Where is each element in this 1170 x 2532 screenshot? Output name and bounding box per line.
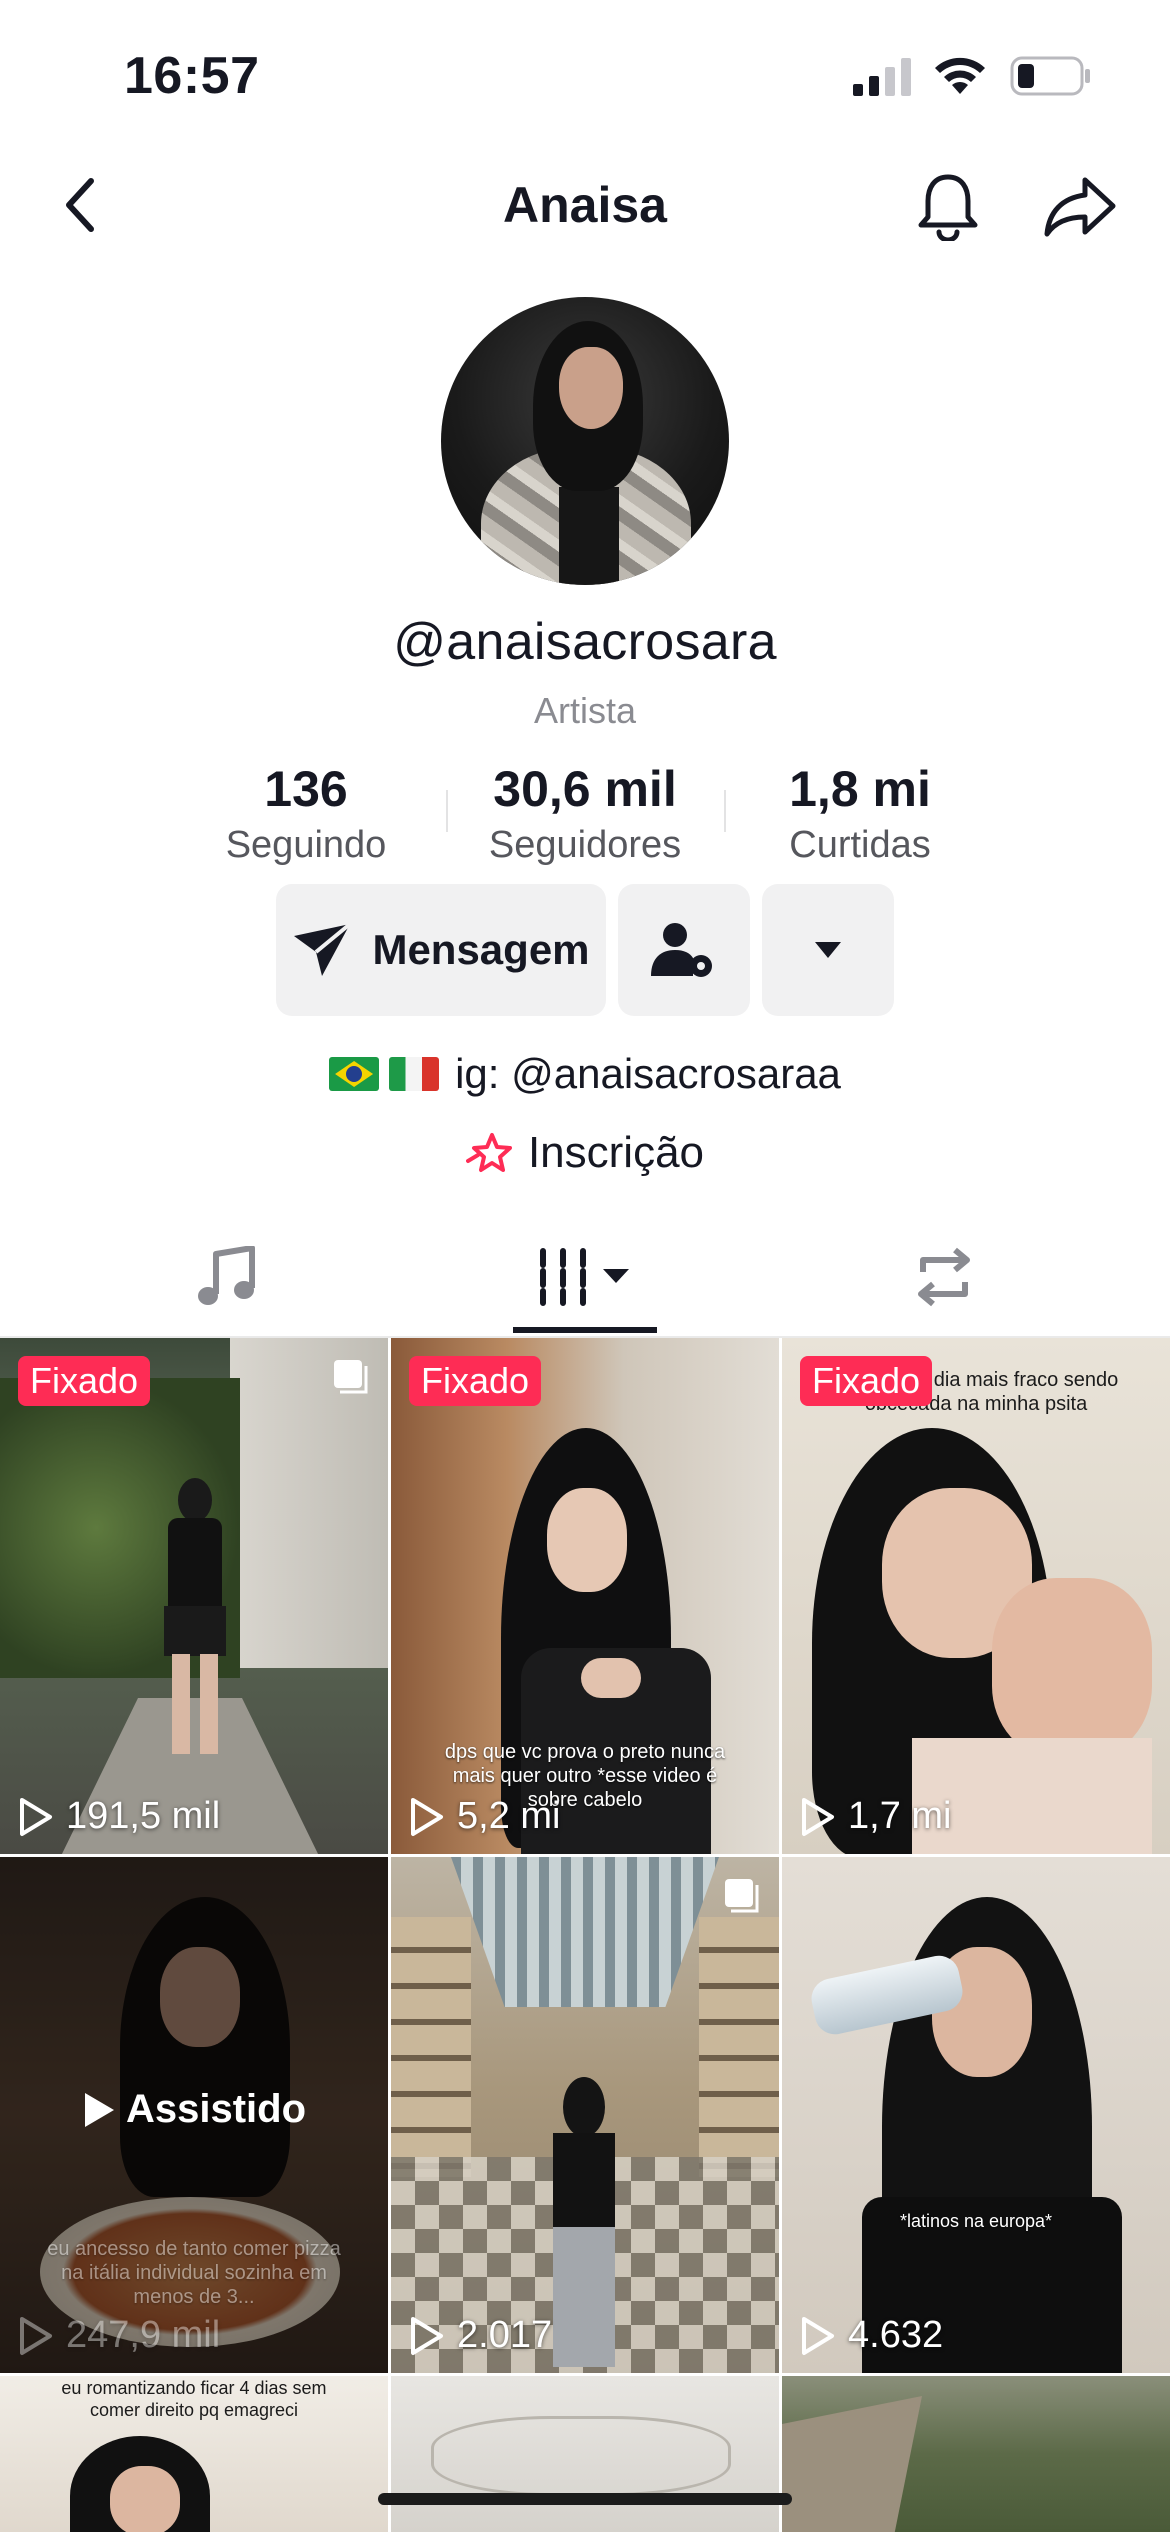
view-count: 2.017 — [409, 2314, 552, 2357]
tile-person — [150, 1478, 240, 1768]
video-tile[interactable]: Fixado dps que vc prova o preto nunca ma… — [391, 1338, 779, 1854]
video-tile[interactable]: Fixado 191,5 mil — [0, 1338, 388, 1854]
tile-rocks — [782, 2396, 922, 2532]
pinned-badge: Fixado — [800, 1356, 933, 1406]
tile-gallery-walls — [699, 1917, 779, 2177]
video-caption: eu ancesso de tanto comer pizza na itáli… — [47, 2238, 341, 2308]
status-time: 16:57 — [124, 47, 260, 105]
view-count-value: 4.632 — [848, 2314, 944, 2356]
avatar-face — [559, 347, 623, 429]
caret-down-icon — [815, 942, 841, 958]
carousel-icon — [725, 1879, 759, 1913]
stat-following-label: Seguindo — [225, 824, 387, 866]
view-count: 5,2 mi — [409, 1795, 560, 1838]
profile-stats: 136 Seguindo 30,6 mil Seguidores 1,8 mi … — [0, 760, 1170, 880]
video-tile[interactable]: eu ancesso de tanto comer pizza na itáli… — [0, 1857, 388, 2373]
star-badge-icon — [465, 1131, 516, 1175]
stat-divider — [724, 790, 726, 832]
play-outline-icon — [411, 1797, 443, 1836]
subscription-link[interactable]: Inscrição — [0, 1128, 1170, 1178]
view-count-value: 5,2 mi — [457, 1795, 561, 1837]
tile-ceiling-lines — [431, 2416, 731, 2496]
video-caption: *latinos na europa* — [899, 2211, 1053, 2231]
tab-music[interactable] — [146, 1218, 306, 1336]
watched-label-text: Assistido — [125, 2087, 307, 2131]
play-filled-icon — [84, 2092, 114, 2127]
stat-following-value: 136 — [264, 761, 348, 817]
bio: ig: @anaisacrosaraa — [0, 1050, 1170, 1098]
tab-videos[interactable] — [510, 1218, 660, 1336]
active-tab-indicator — [513, 1327, 657, 1333]
view-count: 191,5 mil — [18, 1795, 220, 1838]
profile-category: Artista — [533, 690, 637, 731]
stat-likes[interactable]: 1,8 mi Curtidas — [770, 760, 950, 867]
play-outline-icon — [802, 2316, 834, 2355]
avatar[interactable] — [441, 297, 729, 585]
more-options-button[interactable] — [762, 884, 894, 1016]
cellular-signal-icon — [853, 58, 911, 96]
bio-text: ig: @anaisacrosaraa — [455, 1050, 841, 1097]
stat-divider — [446, 790, 448, 832]
video-tile[interactable] — [391, 2376, 779, 2532]
play-outline-icon — [411, 2316, 443, 2355]
pinned-badge: Fixado — [409, 1356, 542, 1406]
watched-label: Assistido — [0, 2087, 388, 2132]
tile-gallery-roof — [451, 1857, 719, 2007]
view-count: 1,7 mi — [800, 1795, 951, 1838]
follow-settings-button[interactable] — [618, 884, 750, 1016]
view-count: 247,9 mil — [18, 2314, 220, 2357]
play-outline-icon — [20, 2316, 52, 2355]
stat-followers-label: Seguidores — [488, 824, 682, 866]
music-note-icon — [198, 1246, 255, 1305]
subscription-link-label: Inscrição — [527, 1128, 705, 1177]
status-bar: 16:57 — [0, 0, 1170, 150]
tab-reposts[interactable] — [864, 1218, 1024, 1336]
stat-followers[interactable]: 30,6 mil Seguidores — [468, 760, 702, 867]
view-count-value: 2.017 — [457, 2314, 553, 2356]
bell-icon — [918, 174, 978, 241]
video-tile[interactable]: 2.017 — [391, 1857, 779, 2373]
avatar-top — [559, 487, 619, 585]
carousel-icon — [334, 1360, 368, 1394]
tile-gallery-walls — [391, 1917, 471, 2177]
play-outline-icon — [802, 1797, 834, 1836]
view-count: 4.632 — [800, 2314, 943, 2357]
message-button-label: Mensagem — [372, 926, 590, 973]
home-indicator[interactable] — [378, 2493, 792, 2505]
notifications-button[interactable] — [912, 168, 984, 244]
tile-person — [822, 1897, 1152, 2373]
pinned-badge: Fixado — [18, 1356, 151, 1406]
user-settings-icon — [651, 923, 712, 977]
send-icon — [294, 922, 352, 976]
view-count-value: 191,5 mil — [66, 1795, 221, 1837]
grid-bars-icon — [540, 1248, 629, 1306]
brazil-flag-icon — [329, 1057, 380, 1091]
view-count-value: 247,9 mil — [66, 2314, 221, 2356]
battery-icon — [1010, 56, 1090, 96]
view-count-value: 1,7 mi — [848, 1795, 952, 1837]
page-title: Anaisa — [503, 177, 667, 233]
tile-person-face — [110, 2466, 180, 2532]
username: @anaisacrosara — [393, 613, 777, 671]
stat-following[interactable]: 136 Seguindo — [206, 760, 406, 867]
stat-likes-value: 1,8 mi — [789, 761, 931, 817]
video-tile[interactable] — [782, 2376, 1170, 2532]
share-arrow-icon — [1044, 177, 1116, 237]
stat-likes-label: Curtidas — [789, 824, 931, 866]
repost-icon — [918, 1247, 970, 1307]
tile-person — [792, 1428, 1170, 1854]
video-tile[interactable]: eu no meu dia mais fraco sendo obcecada … — [782, 1338, 1170, 1854]
stat-followers-value: 30,6 mil — [493, 761, 677, 817]
video-tile[interactable]: eu romantizando ficar 4 dias sem comer d… — [0, 2376, 388, 2532]
share-button[interactable] — [1040, 172, 1120, 242]
video-caption: eu romantizando ficar 4 dias sem comer d… — [61, 2378, 327, 2420]
play-outline-icon — [20, 1797, 52, 1836]
profile-header: Anaisa — [0, 150, 1170, 260]
wifi-icon — [935, 57, 985, 94]
tile-person — [539, 2077, 629, 2367]
message-button[interactable]: Mensagem — [276, 884, 606, 1016]
italy-flag-icon — [389, 1057, 440, 1091]
video-tile[interactable]: *latinos na europa* 4.632 — [782, 1857, 1170, 2373]
content-tabs — [0, 1218, 1170, 1338]
